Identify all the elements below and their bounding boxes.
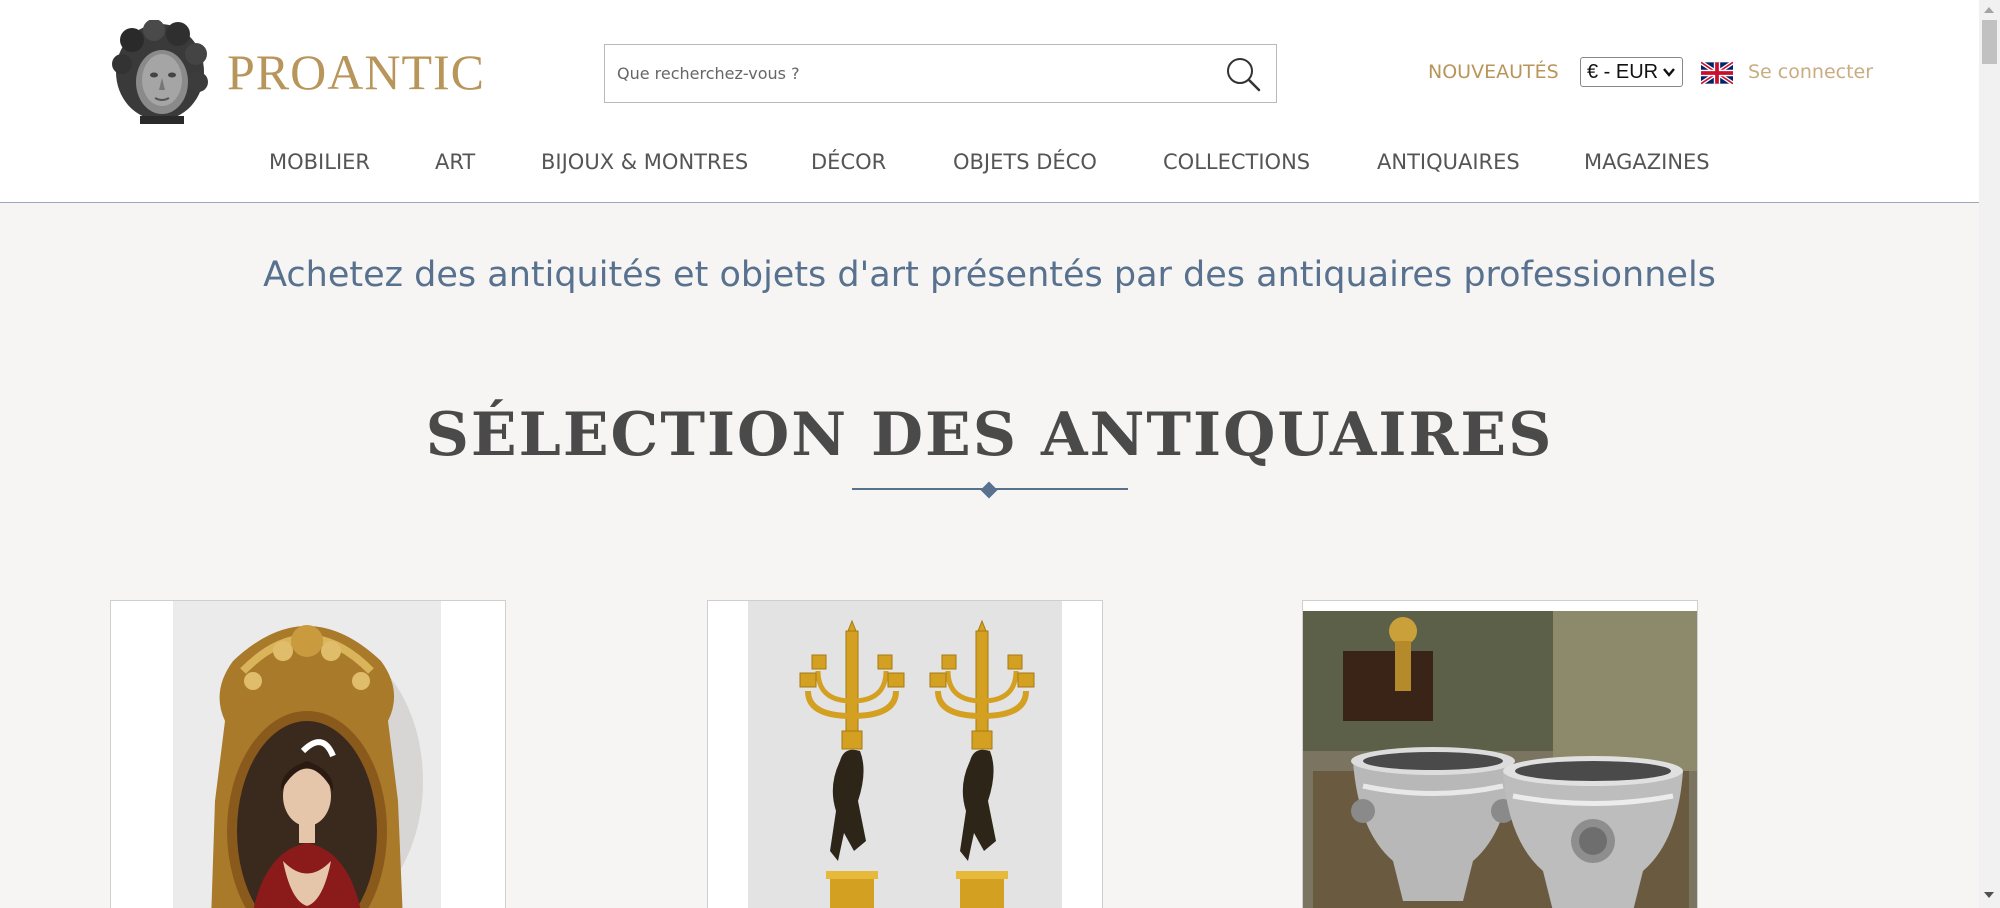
nav-item-objets-deco[interactable]: OBJETS DÉCO [953, 150, 1097, 174]
magnifier-icon[interactable] [1224, 55, 1262, 93]
gilded-frame-portrait-image [173, 601, 441, 908]
chevron-down-icon [1663, 68, 1675, 77]
nav-item-magazines[interactable]: MAGAZINES [1584, 150, 1710, 174]
scroll-up-arrow-icon[interactable] [1984, 7, 1994, 13]
nav-item-bijoux-montres[interactable]: BIJOUX & MONTRES [541, 150, 748, 174]
scroll-down-arrow-icon[interactable] [1984, 892, 1994, 898]
page-scrollbar[interactable] [1979, 0, 2000, 908]
product-card-pair-of-candelabra[interactable] [707, 600, 1103, 908]
brand-logo[interactable]: PROANTIC [110, 20, 485, 124]
hero-tagline: Achetez des antiquités et objets d'art p… [263, 255, 1716, 295]
nav-item-mobilier[interactable]: MOBILIER [269, 150, 370, 174]
pair-of-candelabra-image [748, 601, 1062, 908]
scroll-thumb[interactable] [1982, 20, 1997, 64]
nav-item-decor[interactable]: DÉCOR [811, 150, 886, 174]
silver-wine-coolers-image [1303, 611, 1697, 908]
new-arrivals-link[interactable]: NOUVEAUTÉS [1428, 61, 1559, 83]
login-link[interactable]: Se connecter [1748, 61, 1873, 83]
product-card-silver-wine-coolers[interactable] [1302, 600, 1698, 908]
uk-flag-icon[interactable] [1701, 61, 1733, 85]
site-header: PROANTIC NOUVEAUTÉS € - EUR Se connecter… [0, 0, 1979, 203]
main-nav: MOBILIER ART BIJOUX & MONTRES DÉCOR OBJE… [0, 150, 1979, 180]
section-title: SÉLECTION DES ANTIQUAIRES [425, 400, 1554, 470]
product-card-gilded-frame-portrait[interactable] [110, 600, 506, 908]
nav-item-art[interactable]: ART [435, 150, 475, 174]
nav-item-collections[interactable]: COLLECTIONS [1163, 150, 1310, 174]
nav-item-antiquaires[interactable]: ANTIQUAIRES [1377, 150, 1520, 174]
sculpted-head-logo-icon [112, 20, 208, 124]
currency-select[interactable]: € - EUR [1580, 57, 1683, 87]
brand-name: PROANTIC [227, 44, 486, 100]
search-box [604, 44, 1277, 103]
search-input[interactable] [617, 45, 1207, 102]
title-divider-diamond [980, 481, 998, 499]
currency-value: € - EUR [1587, 60, 1659, 83]
